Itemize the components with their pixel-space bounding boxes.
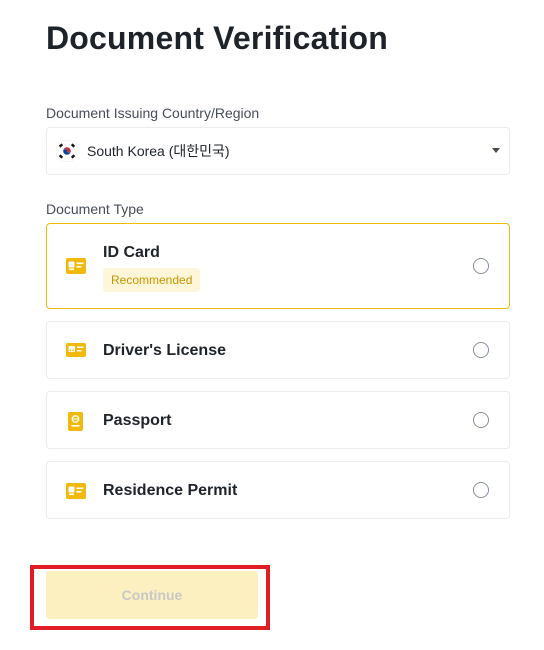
drivers-license-icon <box>66 343 86 362</box>
radio-button[interactable] <box>473 412 489 428</box>
document-option-label: Residence Permit <box>103 482 238 499</box>
document-option-id-card[interactable]: ID Card Recommended <box>46 223 510 309</box>
radio-button[interactable] <box>473 342 489 358</box>
passport-icon <box>68 412 83 436</box>
country-select[interactable]: South Korea (대한민국) <box>46 127 510 175</box>
page-title: Document Verification <box>46 20 389 56</box>
caret-down-icon <box>492 148 500 153</box>
document-option-residence-permit[interactable]: Residence Permit <box>46 461 510 519</box>
document-type-label: Document Type <box>46 201 144 217</box>
radio-button[interactable] <box>473 482 489 498</box>
document-option-label: ID Card <box>103 244 160 261</box>
document-option-passport[interactable]: Passport <box>46 391 510 449</box>
residence-permit-icon <box>66 483 86 504</box>
document-option-drivers-license[interactable]: Driver's License <box>46 321 510 379</box>
document-option-label: Driver's License <box>103 342 226 359</box>
country-selected-value: South Korea (대한민국) <box>87 143 230 159</box>
document-option-label: Passport <box>103 412 172 429</box>
recommended-badge: Recommended <box>103 268 201 292</box>
south-korea-flag-icon <box>55 139 79 163</box>
continue-button[interactable]: Continue <box>46 571 258 619</box>
radio-button[interactable] <box>473 258 489 274</box>
country-field-label: Document Issuing Country/Region <box>46 105 260 121</box>
document-verification-page: Document Verification Document Issuing C… <box>0 0 544 650</box>
id-card-icon <box>66 258 86 279</box>
